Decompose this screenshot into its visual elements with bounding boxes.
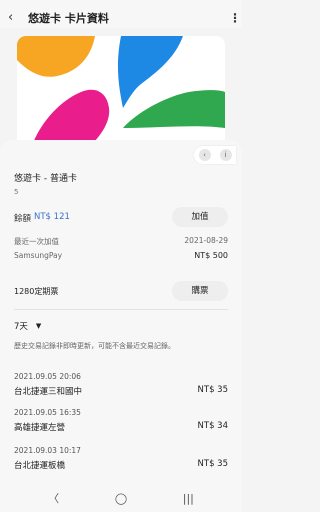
transaction-amount: NT$ 34 [197, 421, 228, 431]
balance-label: 餘額 [14, 214, 32, 224]
last-topup-date: 2021-08-29 [184, 236, 228, 245]
card-name: 悠遊卡 - 普通卡 [14, 174, 77, 184]
caret-down-icon: ▼ [35, 322, 42, 330]
system-nav-bar: 〈 ◯ ||| [0, 484, 242, 512]
ticket-label: 1280定期票 [14, 287, 59, 296]
transaction-date: 2021.09.03 10:17 [14, 446, 81, 455]
last-topup-label: 最近一次加值 [14, 237, 59, 246]
card-number: 5 [14, 188, 19, 196]
back-arrow-icon[interactable]: ‹ [8, 11, 20, 24]
transaction-date: 2021.09.05 16:35 [14, 408, 81, 417]
status-bar [0, 0, 242, 8]
card-green-shape [123, 90, 225, 128]
transaction-station: 台北捷運板橋 [14, 461, 66, 471]
nav-recents-icon[interactable]: ||| [178, 492, 198, 505]
history-notice: 歷史交易記錄非即時更新，可能不含最近交易記錄。 [14, 342, 175, 350]
card-image-area [0, 28, 242, 152]
easycard-image [17, 36, 225, 149]
transaction-amount: NT$ 35 [197, 385, 228, 395]
page-title: 悠遊卡 卡片資料 [28, 12, 109, 25]
section-divider [14, 309, 228, 310]
side-panel-handle[interactable]: ‹ i [194, 146, 236, 164]
last-topup-amount: NT$ 500 [194, 251, 228, 260]
transaction-station: 台北捷運三和國中 [14, 387, 83, 397]
balance-value: NT$ 121 [34, 212, 70, 222]
transaction-station: 高雄捷運左營 [14, 423, 66, 433]
more-vert-icon[interactable]: ⋮ [229, 11, 241, 25]
info-icon[interactable]: i [219, 149, 232, 161]
nav-back-icon[interactable]: 〈 [44, 490, 64, 506]
transaction-date: 2021.09.05 20:06 [14, 372, 81, 381]
topup-button[interactable]: 加值 [172, 207, 228, 227]
card-orange-shape [17, 36, 95, 77]
transaction-amount: NT$ 35 [197, 459, 228, 469]
chevron-left-icon[interactable]: ‹ [198, 149, 211, 161]
last-topup-source: SamsungPay [14, 251, 63, 260]
nav-home-icon[interactable]: ◯ [111, 492, 131, 505]
period-label: 7天 [14, 322, 28, 332]
buy-ticket-button[interactable]: 購票 [172, 281, 228, 301]
period-selector[interactable]: 7天 ▼ [14, 320, 41, 332]
app-bar: ‹ 悠遊卡 卡片資料 ⋮ [0, 8, 242, 28]
